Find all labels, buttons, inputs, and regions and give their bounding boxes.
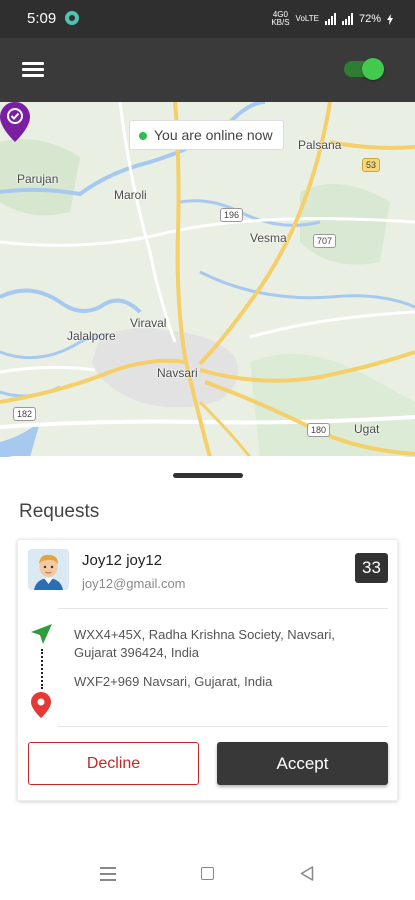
map-view[interactable]: Palsana Parujan Maroli Vesma Jalalpore V… <box>0 102 415 457</box>
road-badge-707: 707 <box>313 234 337 248</box>
status-indicators: 4G0 KB/S VoLTE 72% <box>271 11 393 27</box>
map-label-parujan: Parujan <box>17 172 59 186</box>
decline-button[interactable]: Decline <box>28 742 199 785</box>
requests-title: Requests <box>19 501 100 522</box>
toggle-knob <box>362 58 384 80</box>
signal-icon <box>324 13 336 25</box>
online-status-text: You are online now <box>154 127 273 143</box>
map-label-maroli: Maroli <box>114 188 147 202</box>
map-label-palsana: Palsana <box>298 138 342 152</box>
recent-apps-icon[interactable] <box>100 867 116 881</box>
sheet-drag-handle[interactable] <box>173 473 243 478</box>
request-card[interactable]: Joy12 joy12 joy12@gmail.com 33 WXX4+45X,… <box>17 539 398 801</box>
status-bar: 5:09 4G0 KB/S VoLTE 72% <box>0 0 415 38</box>
hamburger-menu-icon[interactable] <box>22 62 44 78</box>
map-label-vesma: Vesma <box>250 231 287 245</box>
map-label-jalalpore: Jalalpore <box>67 329 116 343</box>
online-dot-icon <box>139 132 147 140</box>
user-name: Joy12 joy12 <box>82 552 163 569</box>
user-email: joy12@gmail.com <box>82 576 186 591</box>
system-nav-bar <box>0 846 415 900</box>
map-label-ugat: Ugat <box>354 422 380 436</box>
map-label-viraval: Viraval <box>130 316 167 330</box>
signal-icon-2 <box>341 13 353 25</box>
status-time: 5:09 <box>27 10 57 27</box>
road-badge-53: 53 <box>362 158 381 172</box>
requests-sheet: Requests Joy12 joy12 joy12@gmail.com 33 <box>0 456 415 846</box>
home-icon[interactable] <box>201 867 214 880</box>
data-rate-icon: 4G0 KB/S <box>271 11 289 27</box>
route-connector <box>41 649 43 689</box>
battery-level: 72% <box>358 13 381 25</box>
location-pin-icon[interactable] <box>0 102 30 142</box>
road-badge-182: 182 <box>13 407 37 421</box>
road-badge-180: 180 <box>307 423 331 437</box>
map-label-navsari: Navsari <box>157 366 198 380</box>
map-pin-icon <box>31 692 51 718</box>
road-badge-196: 196 <box>220 208 244 222</box>
app-bar <box>0 38 415 102</box>
request-count-badge: 33 <box>355 553 388 583</box>
battery-icon <box>387 13 393 25</box>
card-divider-bottom <box>58 726 388 727</box>
card-divider-top <box>58 608 388 609</box>
app-notification-icon <box>65 11 79 25</box>
online-status-chip: You are online now <box>129 120 284 150</box>
pickup-address: WXX4+45X, Radha Krishna Society, Navsari… <box>74 627 335 660</box>
data-rate-unit: KB/S <box>271 18 290 27</box>
drop-address: WXF2+969 Navsari, Gujarat, India <box>74 674 273 689</box>
volte-icon: VoLTE <box>295 14 319 23</box>
accept-button[interactable]: Accept <box>217 742 388 785</box>
user-avatar-icon <box>28 549 69 590</box>
map-canvas <box>0 102 415 457</box>
online-toggle[interactable] <box>342 58 386 80</box>
back-icon[interactable] <box>300 866 314 881</box>
navigation-arrow-icon <box>31 624 52 644</box>
